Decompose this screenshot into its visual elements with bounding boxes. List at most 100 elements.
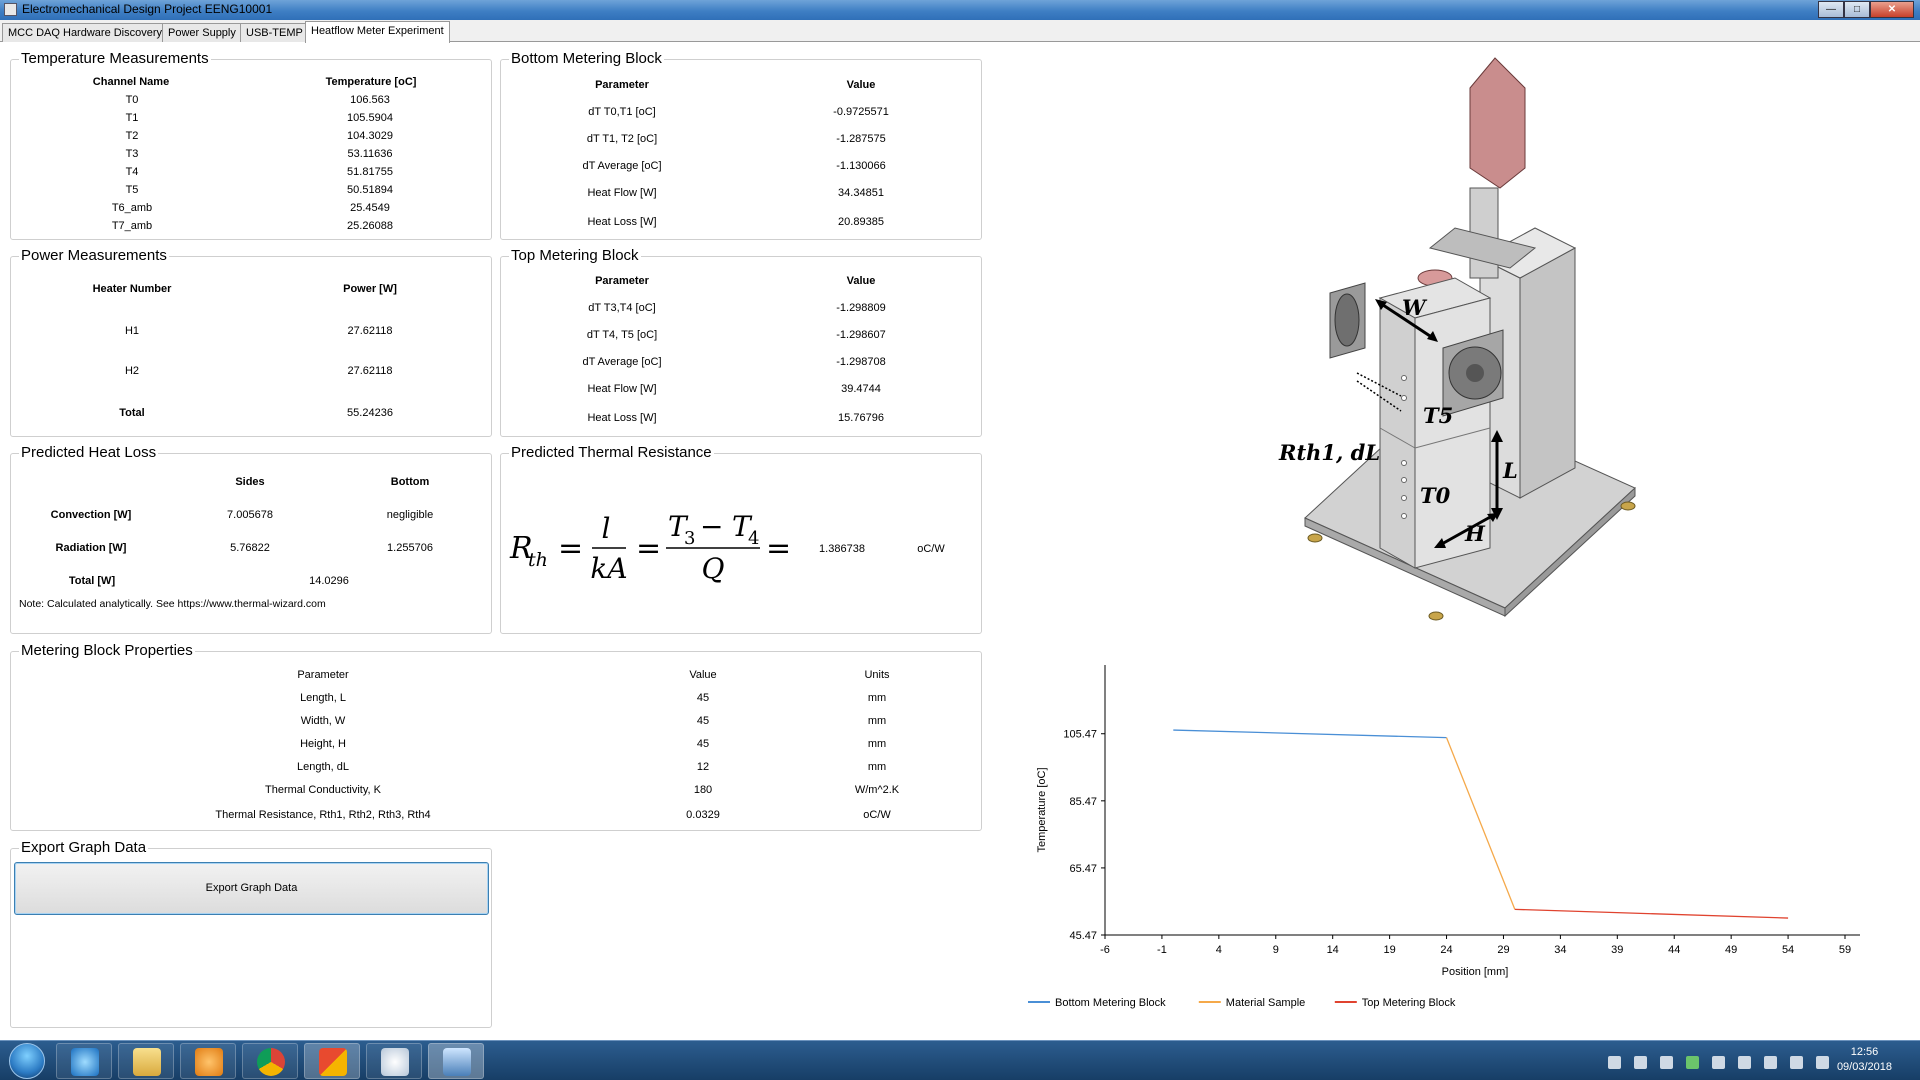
parameter-value: -1.298607 [836, 329, 886, 341]
heater-name: H2 [124, 365, 140, 377]
tray-security-icon[interactable] [1660, 1056, 1673, 1069]
tray-device-icon[interactable] [1634, 1056, 1647, 1069]
tab-mcc-daq[interactable]: MCC DAQ Hardware Discovery [2, 23, 169, 42]
property-value: 180 [693, 784, 713, 796]
power-total-label: Total [119, 407, 145, 419]
parameter-name: Heat Loss [W] [587, 412, 657, 424]
property-unit: oC/W [863, 809, 891, 821]
tray-power-icon[interactable] [1738, 1056, 1751, 1069]
thermal-resistance-title: Predicted Thermal Resistance [509, 444, 714, 461]
tab-power-supply[interactable]: Power Supply [162, 23, 242, 42]
property-value: 45 [696, 715, 710, 727]
svg-text:th: th [528, 549, 548, 571]
channel-name: T3 [125, 148, 139, 160]
chart-x-label: Position [mm] [1442, 966, 1509, 978]
series-line [1173, 729, 1447, 739]
property-unit: mm [867, 738, 887, 750]
apparatus-diagram: W T5 Rth1, dL L T0 H [1278, 57, 1636, 621]
top-block-title: Top Metering Block [509, 247, 641, 264]
x-tick-label: 59 [1839, 944, 1851, 956]
heat-loss-title: Predicted Heat Loss [19, 444, 159, 461]
parameter-name: dT T4, T5 [oC] [586, 329, 658, 341]
svg-text:kA: kA [590, 552, 627, 585]
office-icon [319, 1048, 347, 1076]
parameter-value: 34.34851 [838, 187, 884, 199]
parameter-value: 15.76796 [838, 412, 884, 424]
right-fan-hub-icon [1466, 364, 1484, 382]
file-explorer-taskbar-button[interactable] [118, 1043, 174, 1079]
paint-taskbar-button[interactable] [366, 1043, 422, 1079]
internet-explorer-taskbar-button[interactable] [56, 1043, 112, 1079]
bottom-metering-block-panel: Bottom Metering Block Parameter Value dT… [500, 50, 982, 240]
close-icon[interactable]: ✕ [1870, 1, 1914, 18]
y-tick-label: 65.47 [1069, 863, 1097, 875]
chart-y-label: Temperature [oC] [1036, 768, 1048, 853]
svg-text:−: − [700, 510, 723, 543]
convection-bottom-value: negligible [386, 509, 434, 521]
property-name: Length, dL [297, 761, 349, 773]
tab-strip: MCC DAQ Hardware Discovery Power Supply … [0, 20, 1920, 43]
legend-label: Material Sample [1226, 997, 1305, 1009]
tray-volume-icon[interactable] [1816, 1056, 1829, 1069]
tray-update-icon[interactable] [1686, 1056, 1699, 1069]
convection-label: Convection [W] [50, 509, 132, 521]
sides-header: Sides [235, 476, 265, 488]
maximize-icon[interactable]: □ [1844, 1, 1870, 18]
diagram-label-t0: T0 [1420, 483, 1451, 508]
diagram-label-rth: Rth1, dL [1278, 440, 1380, 465]
temperature-panel-title: Temperature Measurements [19, 50, 211, 67]
x-tick-label: 49 [1725, 944, 1737, 956]
x-tick-label: 4 [1216, 944, 1222, 956]
predicted-heat-loss-panel: Predicted Heat Loss Sides Bottom Convect… [10, 444, 492, 634]
channel-temperature: 25.4549 [350, 202, 390, 214]
tab-heatflow-meter[interactable]: Heatflow Meter Experiment [305, 21, 450, 43]
media-player-taskbar-button[interactable] [180, 1043, 236, 1079]
property-name: Height, H [300, 738, 346, 750]
channel-name: T1 [125, 112, 139, 124]
app-taskbar-button[interactable] [428, 1043, 484, 1079]
parameter-name: dT T1, T2 [oC] [586, 133, 658, 145]
minimize-icon[interactable]: — [1818, 1, 1844, 18]
property-value: 12 [696, 761, 710, 773]
stack-left [1379, 297, 1416, 569]
y-tick-label: 105.47 [1063, 729, 1097, 741]
tray-bluetooth-icon[interactable] [1712, 1056, 1725, 1069]
export-graph-data-button[interactable]: Export Graph Data [14, 862, 489, 915]
value-header: Value [846, 275, 876, 287]
taskbar-clock[interactable]: 12:56 09/03/2018 [1837, 1045, 1892, 1075]
property-value: 45 [696, 738, 710, 750]
property-value: 0.0329 [686, 809, 720, 821]
channel-temperature: 106.563 [350, 94, 390, 106]
channel-temperature: 53.11636 [347, 148, 393, 160]
x-tick-label: 54 [1782, 944, 1794, 956]
tray-display-icon[interactable] [1790, 1056, 1803, 1069]
window-controls: — □ ✕ [1818, 1, 1914, 18]
heater-name: H1 [124, 325, 140, 337]
legend-label: Top Metering Block [1362, 997, 1456, 1009]
office-taskbar-button[interactable] [304, 1043, 360, 1079]
heat-loss-total-label: Total [W] [68, 575, 116, 587]
property-unit: mm [867, 715, 887, 727]
heat-loss-note: Note: Calculated analytically. See https… [19, 598, 326, 610]
clock-time: 12:56 [1850, 1046, 1879, 1058]
tab-usb-temp[interactable]: USB-TEMP [240, 23, 309, 42]
start-button[interactable] [2, 1041, 52, 1080]
x-tick-label: 44 [1668, 944, 1680, 956]
tray-wifi-icon[interactable] [1764, 1056, 1777, 1069]
bottom-header: Bottom [390, 476, 430, 488]
parameter-name: Heat Flow [W] [587, 187, 657, 199]
chrome-taskbar-button[interactable] [242, 1043, 298, 1079]
channel-temperature: 104.3029 [347, 130, 393, 142]
y-tick-label: 85.47 [1069, 796, 1097, 808]
heater-power: 27.62118 [347, 365, 393, 377]
thermal-resistance-formula: R th = l kA = T 3 − T 4 Q = [509, 510, 791, 585]
temperature-header: Temperature [oC] [325, 76, 417, 88]
property-name: Length, L [300, 692, 346, 704]
top-metering-block-panel: Top Metering Block Parameter Value dT T3… [500, 247, 982, 437]
channel-temperature: 105.5904 [347, 112, 393, 124]
heater-number-header: Heater Number [92, 283, 172, 295]
parameter-value: -1.130066 [836, 160, 886, 172]
channel-name-header: Channel Name [92, 76, 170, 88]
y-tick-label: 45.47 [1069, 930, 1097, 942]
tray-network-icon[interactable] [1608, 1056, 1621, 1069]
